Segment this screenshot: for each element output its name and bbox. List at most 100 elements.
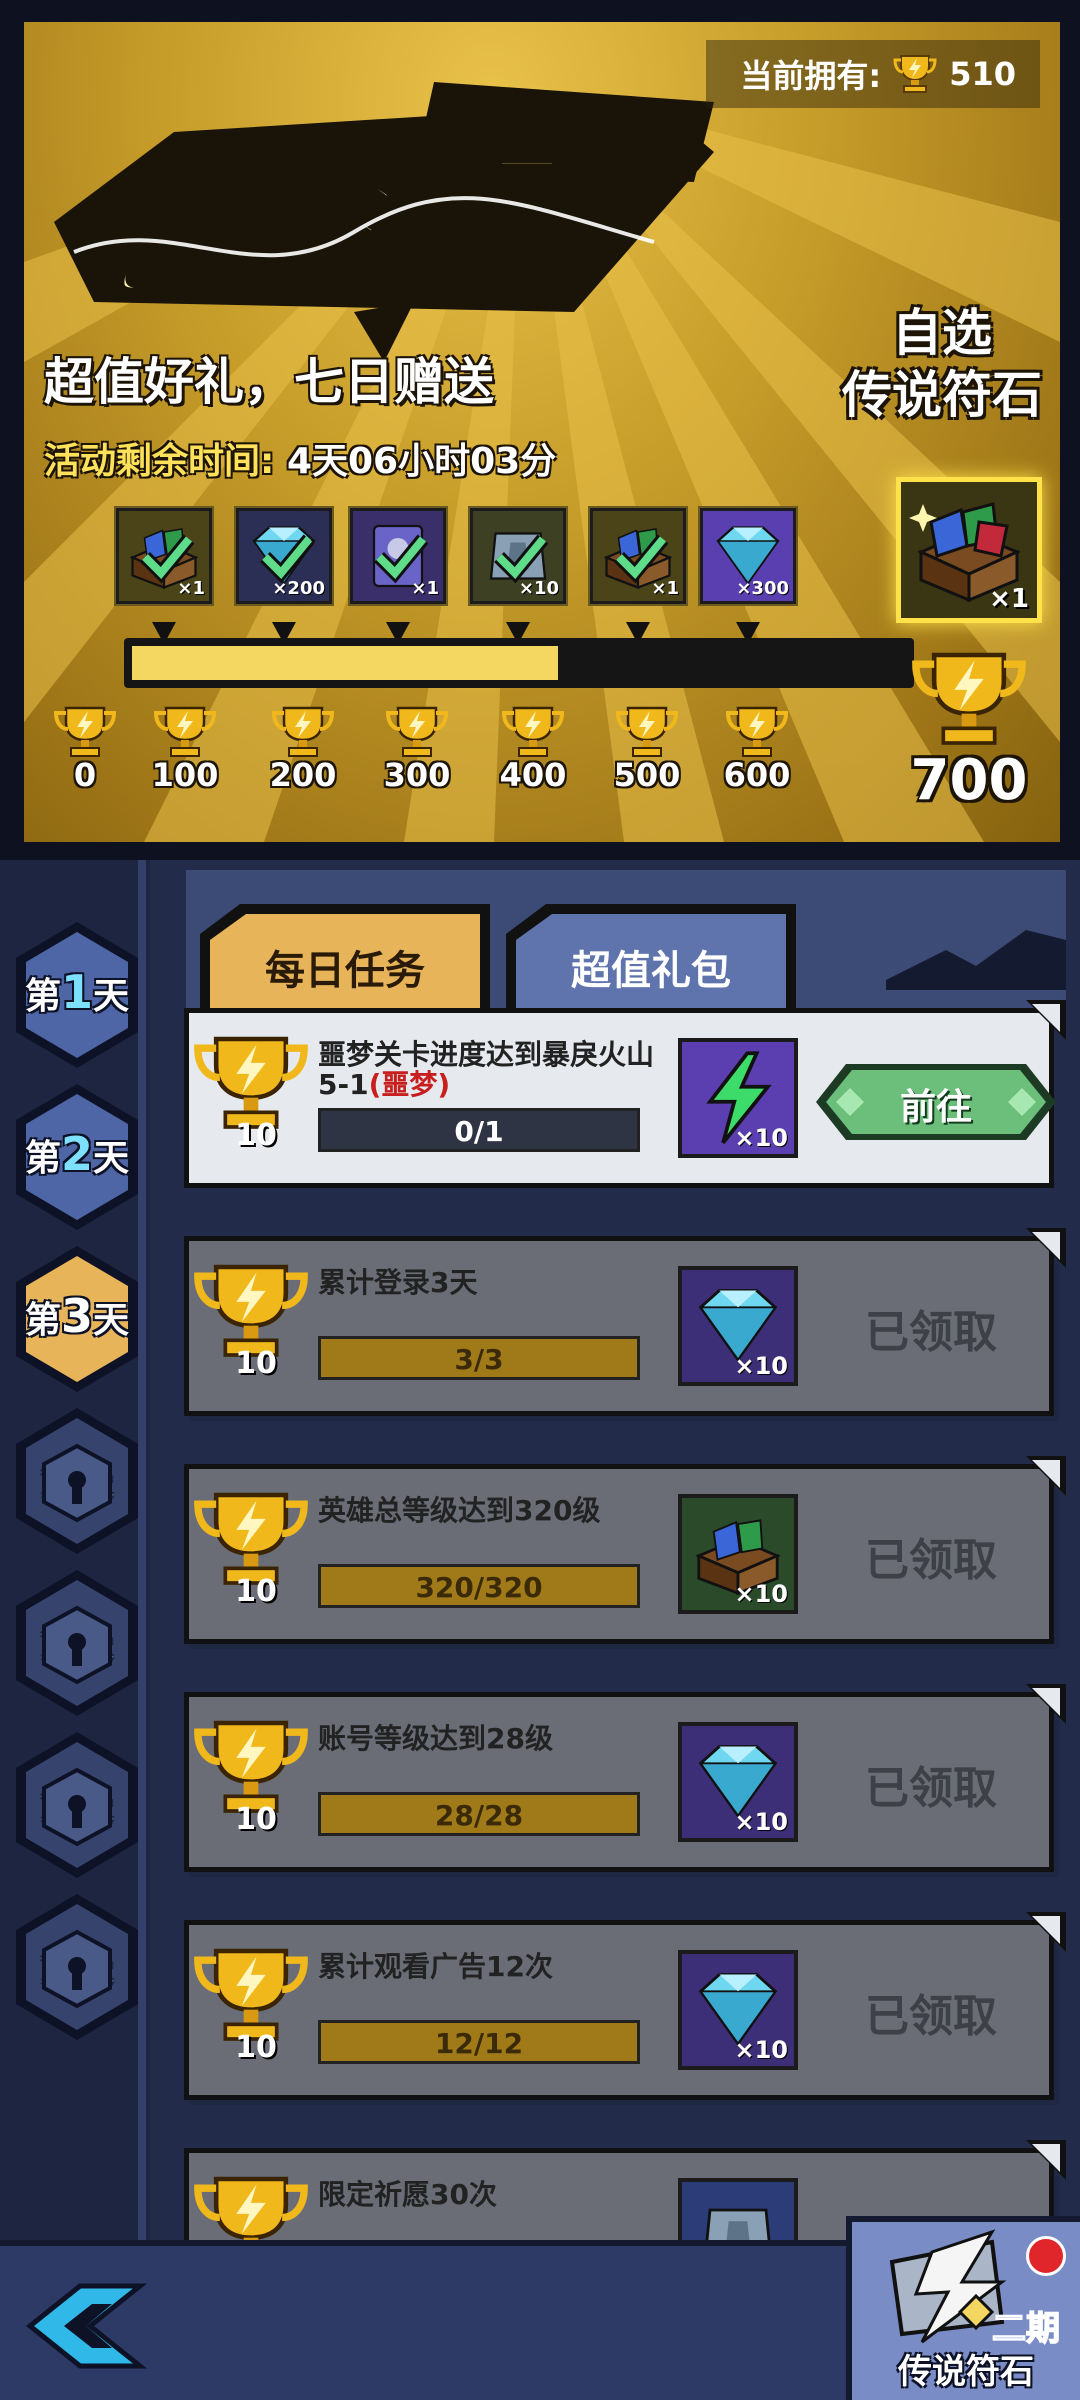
- task-row: 10 账号等级达到28级 28/28 ×10 已领取: [176, 1684, 1066, 1884]
- milestone-value: 600: [723, 756, 791, 794]
- milestone-200: 200: [258, 702, 348, 794]
- milestone-reward-2[interactable]: ×200: [236, 508, 332, 604]
- task-title: 噩梦关卡进度达到暴戾火山5-1(噩梦): [318, 1038, 655, 1101]
- day-tab-5[interactable]: 第天: [12, 1568, 142, 1718]
- event-title-text: 七日活动: [74, 169, 602, 318]
- event-banner: 第二期 七日活动 当前拥有: 510 超值好礼，七日赠送 活动剩余时间: 4天0…: [0, 0, 1080, 860]
- task-points: 10: [235, 1802, 277, 1837]
- selectable-rune-label: 自选 传说符石: [842, 302, 1042, 426]
- selectable-rune-line1: 自选: [892, 304, 992, 362]
- event-title-logo: 第二期 七日活动: [54, 82, 714, 362]
- milestone-500: 500: [602, 702, 692, 794]
- milestone-reward-4[interactable]: ×10: [470, 508, 566, 604]
- task-reward-item[interactable]: ×10: [678, 1038, 798, 1158]
- lock-icon: [42, 1605, 112, 1685]
- sidebar-divider: [138, 860, 146, 2260]
- tab-daily-tasks[interactable]: 每日任务: [200, 904, 490, 1014]
- milestone-reward-5[interactable]: ×1: [590, 508, 686, 604]
- day-sidebar: 第1天第2天第3天第天第天第天第天: [0, 860, 150, 2260]
- task-section: 第1天第2天第3天第天第天第天第天 每日任务: [0, 860, 1080, 2333]
- day-tab-6[interactable]: 第天: [12, 1730, 142, 1880]
- trophy-icon: [501, 706, 565, 757]
- task-progress-bar: 0/1: [318, 1108, 640, 1152]
- banner-background: 第二期 七日活动 当前拥有: 510 超值好礼，七日赠送 活动剩余时间: 4天0…: [24, 22, 1060, 842]
- task-progress-text: 320/320: [415, 1571, 543, 1604]
- milestone-value: 400: [499, 756, 567, 794]
- owned-label: 当前拥有:: [740, 57, 882, 95]
- milestone-reward-1[interactable]: ×1: [116, 508, 212, 604]
- task-progress-bar: 3/3: [318, 1336, 640, 1380]
- final-reward-qty: ×1: [989, 584, 1029, 614]
- task-progress-text: 0/1: [454, 1115, 504, 1148]
- go-button[interactable]: 前往: [816, 1060, 1056, 1144]
- day-tab-1[interactable]: 第1天: [12, 920, 142, 1070]
- tab-daily-label: 每日任务: [265, 948, 425, 994]
- lock-icon: [42, 1929, 112, 2009]
- go-button-label: 前往: [899, 1087, 972, 1128]
- legend-rune-event-button[interactable]: 二期 传说符石: [846, 2216, 1080, 2400]
- tab-value-packs[interactable]: 超值礼包: [506, 904, 796, 1014]
- trophy-icon: [912, 652, 1026, 745]
- task-reward-item[interactable]: ×10: [678, 1494, 798, 1614]
- trophy-icon: [53, 706, 117, 757]
- milestone-final: 700: [894, 644, 1044, 813]
- task-reward-qty: ×10: [734, 2036, 788, 2064]
- task-title: 账号等级达到28级: [318, 1722, 553, 1755]
- milestone-300: 300: [372, 702, 462, 794]
- notification-badge: [1026, 2236, 1066, 2276]
- task-points: 10: [235, 1346, 277, 1381]
- tab-strip: 每日任务 超值礼包: [186, 870, 1066, 1020]
- day-tab-2[interactable]: 第2天: [12, 1082, 142, 1232]
- milestone-600: 600: [712, 702, 802, 794]
- milestone-reward-qty: ×1: [411, 578, 439, 599]
- task-title: 累计观看广告12次: [318, 1950, 553, 1983]
- task-reward-qty: ×10: [734, 1808, 788, 1836]
- milestone-reward-6[interactable]: ×300: [700, 508, 796, 604]
- claimed-label: 已领取: [865, 1535, 997, 1586]
- milestone-reward-qty: ×10: [518, 578, 559, 599]
- task-content: 每日任务 超值礼包 10 噩梦关卡进度达到暴戾火山5-1(噩梦) 0/1 ×10 前往 1…: [176, 860, 1080, 2333]
- milestone-value: 300: [383, 756, 451, 794]
- event-slogan: 超值好礼，七日赠送: [44, 353, 494, 411]
- task-row: 10 噩梦关卡进度达到暴戾火山5-1(噩梦) 0/1 ×10 前往: [176, 1000, 1066, 1200]
- milestone-400: 400: [488, 702, 578, 794]
- back-arrow-icon: [25, 2283, 148, 2369]
- milestone-reward-3[interactable]: ×1: [350, 508, 446, 604]
- remaining-time-label: 活动剩余时间:: [44, 441, 275, 482]
- trophy-icon: [615, 706, 679, 757]
- task-points: 10: [235, 1574, 277, 1609]
- task-progress-bar: 12/12: [318, 2020, 640, 2064]
- day-tab-3[interactable]: 第3天: [12, 1244, 142, 1394]
- trophy-icon: [893, 55, 937, 93]
- milestone-value: 200: [269, 756, 337, 794]
- day-tab-7[interactable]: 第天: [12, 1892, 142, 2042]
- milestone-value: 100: [151, 756, 219, 794]
- trophy-icon: [153, 706, 217, 757]
- bottom-bar: 二期 传说符石: [0, 2216, 1080, 2400]
- day-label: 第2天: [24, 1127, 130, 1181]
- milestone-value: 500: [613, 756, 681, 794]
- task-row: 10 累计登录3天 3/3 ×10 已领取: [176, 1228, 1066, 1428]
- milestone-value: 0: [73, 756, 97, 794]
- final-reward-chest[interactable]: ×1: [896, 477, 1042, 623]
- event-period-badge: 二期: [992, 2309, 1060, 2349]
- task-title: 限定祈愿30次: [318, 2178, 497, 2211]
- task-reward-item[interactable]: ×10: [678, 1950, 798, 2070]
- task-reward-qty: ×10: [734, 1352, 788, 1380]
- lock-icon: [42, 1443, 112, 1523]
- day-label: 第1天: [24, 965, 130, 1019]
- task-reward-item[interactable]: ×10: [678, 1722, 798, 1842]
- claimed-label: 已领取: [865, 1991, 997, 2042]
- day-label: 第3天: [24, 1289, 130, 1343]
- milestone-0: 0: [40, 702, 130, 794]
- lock-icon: [42, 1767, 112, 1847]
- task-reward-item[interactable]: ×10: [678, 1266, 798, 1386]
- task-points: 10: [235, 1118, 277, 1153]
- trophy-icon: [271, 706, 335, 757]
- back-button[interactable]: [20, 2276, 150, 2376]
- selectable-rune-line2: 传说符石: [842, 366, 1042, 424]
- remaining-time: 活动剩余时间: 4天06小时03分: [44, 432, 556, 484]
- task-reward-qty: ×10: [734, 1124, 788, 1152]
- day-tab-4[interactable]: 第天: [12, 1406, 142, 1556]
- milestone-reward-qty: ×1: [177, 578, 205, 599]
